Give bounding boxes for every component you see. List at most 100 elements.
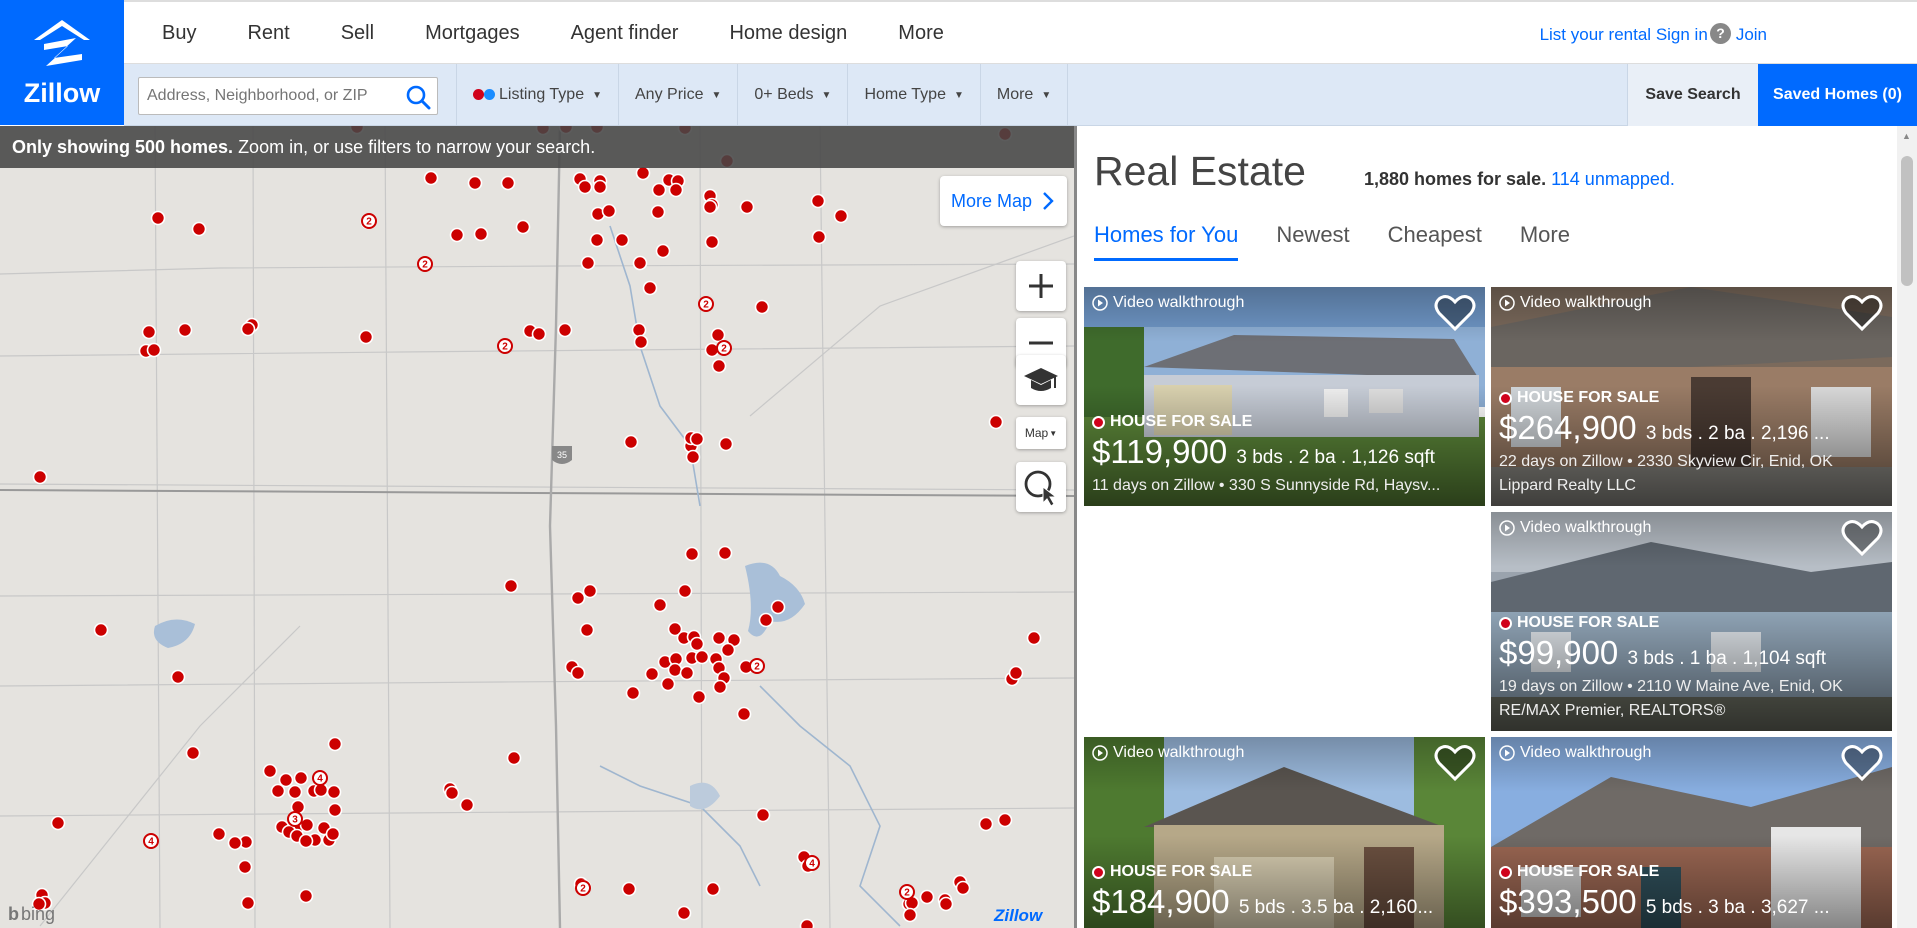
listing-marker[interactable] (262, 763, 278, 779)
listing-marker[interactable] (810, 193, 826, 209)
sign-in-link[interactable]: Sign in (1656, 25, 1708, 44)
schools-layer-button[interactable] (1016, 355, 1066, 405)
listing-marker[interactable] (577, 179, 593, 195)
listing-marker[interactable] (506, 750, 522, 766)
listing-marker[interactable] (919, 889, 935, 905)
tab-cheapest[interactable]: Cheapest (1388, 222, 1482, 261)
listing-marker[interactable] (625, 685, 641, 701)
listing-marker[interactable] (211, 826, 227, 842)
home-type-filter[interactable]: Home Type ▼ (847, 64, 979, 126)
more-filter[interactable]: More ▼ (979, 64, 1069, 126)
listing-marker[interactable] (1008, 665, 1024, 681)
cluster-marker[interactable]: 4 (312, 770, 328, 786)
cluster-marker[interactable]: 3 (287, 811, 303, 827)
more-map-button[interactable]: More Map (940, 176, 1067, 226)
listing-marker[interactable] (705, 881, 721, 897)
listing-marker[interactable] (632, 255, 648, 271)
listing-marker[interactable] (601, 203, 617, 219)
cluster-marker[interactable]: 2 (361, 213, 377, 229)
listing-marker[interactable] (582, 583, 598, 599)
save-heart-icon[interactable] (1433, 743, 1477, 783)
listing-marker[interactable] (651, 182, 667, 198)
listing-marker[interactable] (631, 322, 647, 338)
listing-marker[interactable] (623, 434, 639, 450)
cluster-marker[interactable]: 2 (417, 256, 433, 272)
list-rental-link[interactable]: List your rental (1540, 25, 1652, 44)
map-view[interactable]: 35 2 2 2 2 2 2 4 3 4 4 2 2 Only showing 500 homes. … (0, 126, 1074, 928)
save-heart-icon[interactable] (1840, 518, 1884, 558)
listing-marker[interactable] (642, 280, 658, 296)
cluster-marker[interactable]: 4 (143, 833, 159, 849)
listing-card[interactable]: Video walkthrough HOUSE FOR SALE $393,50… (1491, 737, 1892, 928)
scroll-up-icon[interactable]: ▲ (1902, 131, 1911, 141)
zoom-in-button[interactable] (1016, 261, 1066, 311)
listing-marker[interactable] (50, 815, 66, 831)
listing-marker[interactable] (667, 662, 683, 678)
listing-marker[interactable] (358, 329, 374, 345)
saved-homes-button[interactable]: Saved Homes (0) (1758, 64, 1917, 126)
nav-more[interactable]: More (898, 22, 944, 45)
listing-marker[interactable] (500, 175, 516, 191)
listing-marker[interactable] (938, 896, 954, 912)
listing-marker[interactable] (327, 736, 343, 752)
tab-more[interactable]: More (1520, 222, 1570, 261)
nav-home-design[interactable]: Home design (729, 22, 847, 45)
listing-marker[interactable] (676, 905, 692, 921)
nav-buy[interactable]: Buy (162, 22, 196, 45)
listing-marker[interactable] (150, 210, 166, 226)
nav-agent-finder[interactable]: Agent finder (571, 22, 679, 45)
draw-search-button[interactable] (1016, 462, 1066, 512)
listing-marker[interactable] (449, 227, 465, 243)
listing-marker[interactable] (833, 208, 849, 224)
tab-newest[interactable]: Newest (1276, 222, 1349, 261)
listing-marker[interactable] (633, 334, 649, 350)
nav-mortgages[interactable]: Mortgages (425, 22, 520, 45)
listing-marker[interactable] (326, 784, 342, 800)
save-search-button[interactable]: Save Search (1627, 64, 1758, 126)
listing-marker[interactable] (621, 881, 637, 897)
listing-marker[interactable] (141, 324, 157, 340)
listing-marker[interactable] (531, 326, 547, 342)
listing-marker[interactable] (955, 880, 971, 896)
listing-marker[interactable] (704, 234, 720, 250)
listing-marker[interactable] (423, 170, 439, 186)
listing-marker[interactable] (736, 706, 752, 722)
listing-card[interactable]: Video walkthrough HOUSE FOR SALE $184,90… (1084, 737, 1485, 928)
listing-marker[interactable] (170, 669, 186, 685)
listing-marker[interactable] (702, 199, 718, 215)
listing-marker[interactable] (997, 812, 1013, 828)
listing-marker[interactable] (650, 204, 666, 220)
listing-marker[interactable] (635, 165, 651, 181)
listing-marker[interactable] (679, 665, 695, 681)
search-icon[interactable] (405, 84, 431, 115)
listing-marker[interactable] (177, 322, 193, 338)
listing-marker[interactable] (799, 918, 815, 928)
listing-marker[interactable] (503, 578, 519, 594)
listing-marker[interactable] (278, 772, 294, 788)
listing-marker[interactable] (459, 797, 475, 813)
listing-marker[interactable] (770, 599, 786, 615)
cluster-marker[interactable]: 4 (804, 855, 820, 871)
listing-marker[interactable] (652, 597, 668, 613)
listing-marker[interactable] (293, 770, 309, 786)
listing-marker[interactable] (711, 630, 727, 646)
listing-marker[interactable] (515, 219, 531, 235)
listing-marker[interactable] (754, 299, 770, 315)
listing-marker[interactable] (579, 622, 595, 638)
listing-marker[interactable] (237, 859, 253, 875)
cluster-marker[interactable]: 2 (899, 884, 915, 900)
listing-marker[interactable] (467, 175, 483, 191)
listing-marker[interactable] (668, 182, 684, 198)
listing-marker[interactable] (739, 199, 755, 215)
listing-type-filter[interactable]: Listing Type ▼ (456, 64, 618, 126)
cluster-marker[interactable]: 2 (497, 338, 513, 354)
listing-marker[interactable] (1026, 630, 1042, 646)
save-heart-icon[interactable] (1840, 293, 1884, 333)
listing-marker[interactable] (710, 327, 726, 343)
listing-marker[interactable] (592, 179, 608, 195)
listing-marker[interactable] (684, 546, 700, 562)
map-type-select[interactable]: Map ▼ (1016, 417, 1066, 449)
price-filter[interactable]: Any Price ▼ (618, 64, 737, 126)
listing-marker[interactable] (712, 679, 728, 695)
scrollbar-thumb[interactable] (1901, 156, 1913, 286)
